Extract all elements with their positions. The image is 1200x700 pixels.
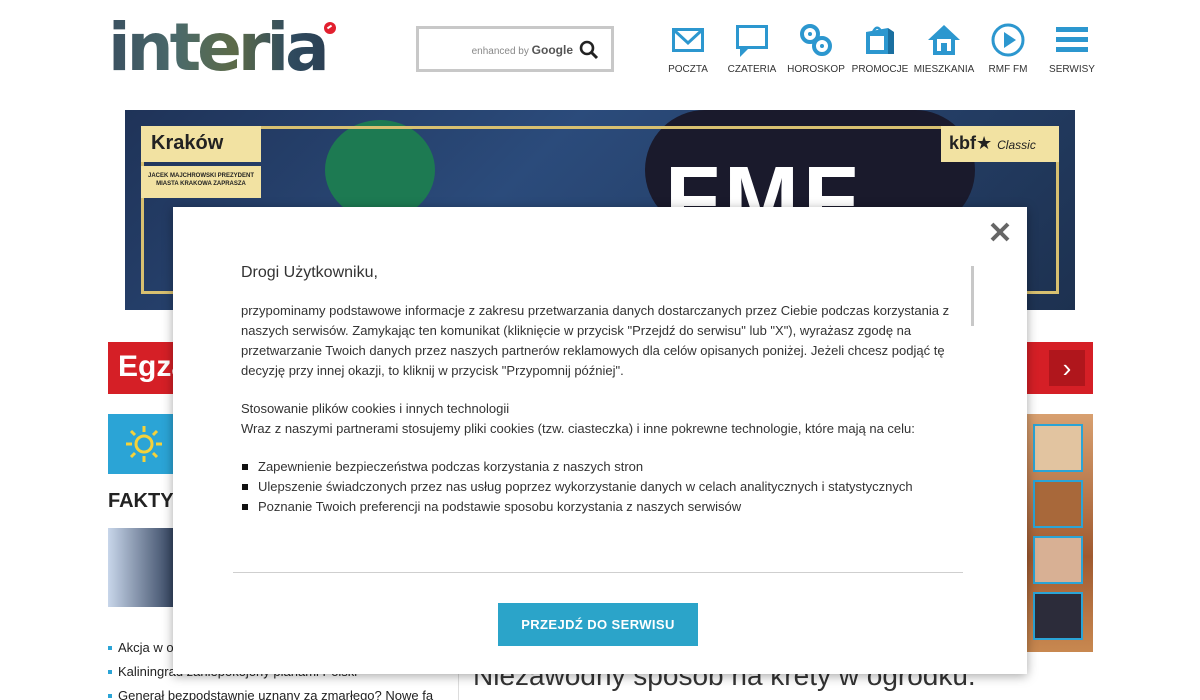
cookies-text: Wraz z naszymi partnerami stosujemy plik… [241,421,915,436]
list-item: Poznanie Twoich preferencji na podstawie… [241,497,966,517]
privacy-consent-dialog: Drogi Użytkowniku, przypominamy podstawo… [173,207,1027,674]
dialog-greeting: Drogi Użytkowniku, [241,264,378,281]
modal-overlay: Drogi Użytkowniku, przypominamy podstawo… [0,0,1200,700]
close-icon[interactable] [987,219,1013,245]
go-to-service-button[interactable]: PRZEJDŹ DO SERWISU [498,603,698,646]
list-item: Zapewnienie bezpieczeństwa podczas korzy… [241,457,966,477]
list-item: Ulepszenie świadczonych przez nas usług … [241,477,966,497]
cookies-heading: Stosowanie plików cookies i innych techn… [241,401,510,416]
dialog-content[interactable]: Drogi Użytkowniku, przypominamy podstawo… [241,263,966,553]
dialog-scrollbar[interactable] [971,266,974,326]
purpose-list: Zapewnienie bezpieczeństwa podczas korzy… [241,457,966,517]
dialog-divider [233,572,963,573]
dialog-intro-text: przypominamy podstawowe informacje z zak… [241,303,950,378]
